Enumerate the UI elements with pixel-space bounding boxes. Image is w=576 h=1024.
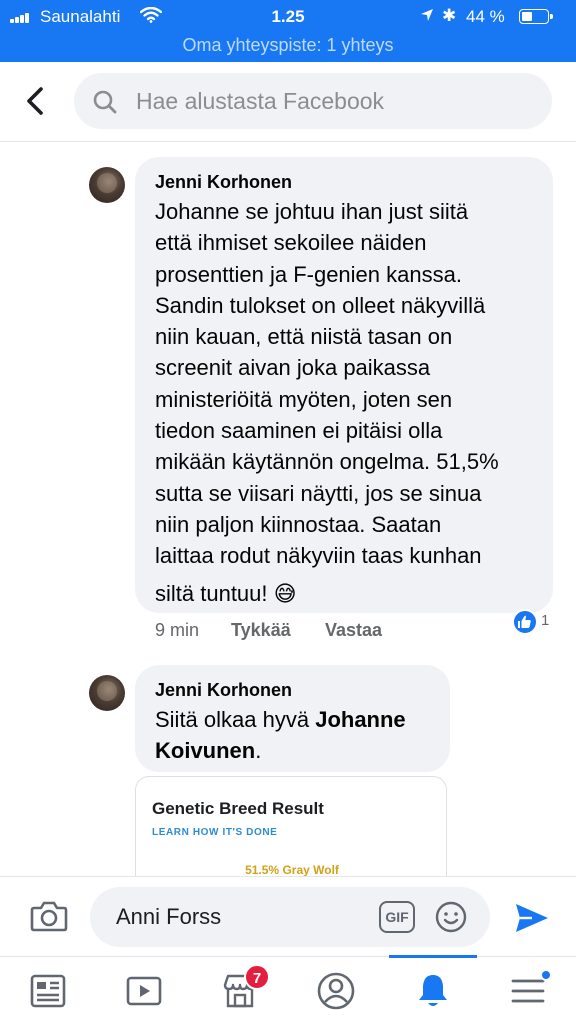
- profile-icon[interactable]: [316, 971, 356, 1011]
- battery-icon: [519, 9, 553, 24]
- notifications-bell-icon[interactable]: [413, 971, 453, 1011]
- news-feed-icon[interactable]: [28, 971, 68, 1011]
- top-header: Hae alustasta Facebook: [0, 62, 576, 142]
- location-arrow-icon: [421, 9, 433, 21]
- battery-percent: 44 %: [466, 7, 505, 26]
- menu-notification-dot: [540, 969, 552, 981]
- back-arrow-icon[interactable]: [22, 86, 50, 116]
- search-icon: [93, 90, 117, 114]
- card-subtitle: LEARN HOW IT'S DONE: [152, 827, 278, 838]
- bluetooth-icon: ✱: [442, 6, 457, 25]
- emoji-icon[interactable]: [435, 901, 467, 933]
- watch-video-icon[interactable]: [124, 971, 164, 1011]
- active-tab-indicator: [389, 955, 477, 958]
- comment-text: Johanne se johtuu ihan just siitä että i…: [155, 199, 499, 606]
- bottom-tab-bar: 7: [0, 955, 576, 1024]
- comment-author[interactable]: Jenni Korhonen: [155, 172, 292, 193]
- battery-level-fill: [522, 12, 532, 21]
- search-placeholder: Hae alustasta Facebook: [136, 88, 385, 114]
- avatar[interactable]: [89, 675, 125, 711]
- comment-composer: Anni Forss GIF: [0, 876, 576, 956]
- status-bar: Saunalahti 1.25 ✱ 44 % Oma yhteyspiste: …: [0, 0, 576, 62]
- camera-icon[interactable]: [30, 899, 68, 933]
- card-title: Genetic Breed Result: [152, 799, 324, 818]
- search-bar[interactable]: Hae alustasta Facebook: [74, 73, 552, 129]
- avatar[interactable]: [89, 167, 125, 203]
- reply-button[interactable]: Vastaa: [325, 620, 382, 641]
- gif-button[interactable]: GIF: [379, 901, 415, 933]
- mention-link[interactable]: Koivunen: [155, 738, 255, 763]
- comment-author[interactable]: Jenni Korhonen: [155, 680, 292, 701]
- comment-input-text: Anni Forss: [116, 904, 222, 929]
- reaction-count: 1: [541, 612, 550, 629]
- like-button[interactable]: Tykkää: [231, 620, 291, 641]
- mention-link[interactable]: Johanne: [315, 707, 405, 732]
- comment-time: 9 min: [155, 620, 200, 640]
- marketplace-badge: 7: [244, 964, 270, 990]
- grinning-sweat-emoji: 😅: [273, 580, 297, 606]
- card-result: 51.5% Gray Wolf: [245, 863, 339, 877]
- comment-input[interactable]: Anni Forss GIF: [90, 887, 490, 947]
- reaction-summary[interactable]: 1: [510, 607, 554, 635]
- send-icon[interactable]: [514, 901, 550, 935]
- comment-text: Siitä olkaa hyvä Johanne Koivunen.: [155, 707, 406, 764]
- hotspot-banner[interactable]: Oma yhteyspiste: 1 yhteys: [0, 35, 576, 56]
- like-reaction-icon: [512, 609, 538, 635]
